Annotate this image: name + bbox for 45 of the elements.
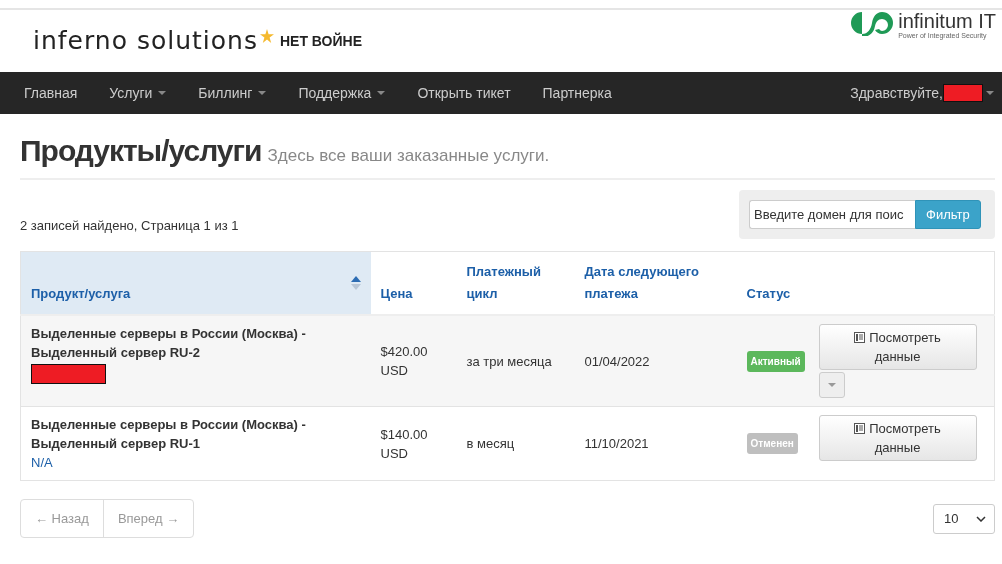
price: $420.00 USD	[380, 343, 429, 380]
sort-icon	[350, 275, 361, 291]
view-details-button[interactable]: Посмотреть данные	[818, 415, 977, 461]
caret-icon	[258, 91, 267, 95]
caret-icon	[827, 383, 836, 387]
chevron-down-icon	[976, 515, 986, 522]
star-icon	[259, 28, 274, 43]
list-icon	[854, 332, 866, 343]
nav-item[interactable]: Поддержка	[282, 85, 402, 101]
view-details-button[interactable]: Посмотреть данные	[818, 324, 977, 370]
column-header[interactable]: Статус	[736, 251, 819, 315]
billing-cycle: за три месяца	[466, 353, 552, 369]
column-header[interactable]: Платежный цикл	[456, 251, 575, 315]
page-subtitle: Здесь все ваши заказанные услуги.	[267, 146, 550, 166]
slogan: НЕТ ВОЙНЕ	[279, 32, 362, 49]
logo-text: inferno solutions	[33, 26, 258, 55]
actions-dropdown-button[interactable]	[818, 372, 845, 398]
product-name: Выделенные серверы в России (Москва) - Выделенный сервер RU-1	[31, 416, 307, 453]
billing-cycle: в месяц	[466, 436, 515, 451]
nav-item[interactable]: Партнерка	[526, 85, 628, 101]
next-due-date: 01/04/2022	[584, 353, 650, 369]
column-header[interactable]: Дата следующего платежа	[574, 251, 737, 315]
partner-logo-text: infinitum IT	[898, 10, 996, 32]
page-title: Продукты/услуги	[20, 134, 262, 168]
product-name: Выделенные серверы в России (Москва) - Выделенный сервер RU-2	[31, 325, 307, 362]
nav-item[interactable]: Биллинг	[182, 85, 283, 101]
partner-logo-icon	[849, 10, 896, 36]
domain-search-field[interactable]: Введите домен для поис	[749, 200, 915, 229]
column-header[interactable]: Продукт/услуга	[20, 251, 371, 315]
per-page-select[interactable]: 10	[933, 503, 995, 534]
next-due-date: 11/10/2021	[584, 436, 649, 451]
price: $140.00 USD	[380, 425, 429, 463]
user-menu[interactable]: Здравствуйте,	[834, 84, 994, 102]
caret-icon	[377, 91, 386, 95]
nav-item[interactable]: Главная	[8, 85, 94, 101]
list-icon	[854, 423, 866, 434]
nav-item[interactable]: Открыть тикет	[401, 85, 527, 101]
status-badge: Активный	[746, 350, 805, 372]
status-badge: Отменен	[746, 433, 798, 454]
nav-item[interactable]: Услуги	[93, 85, 183, 101]
caret-icon	[986, 91, 994, 95]
caret-icon	[158, 91, 167, 95]
domain-link[interactable]: N/A	[31, 453, 361, 472]
column-header[interactable]: Цена	[370, 251, 457, 315]
records-info: 2 записей найдено, Страница 1 из 1	[20, 218, 239, 233]
